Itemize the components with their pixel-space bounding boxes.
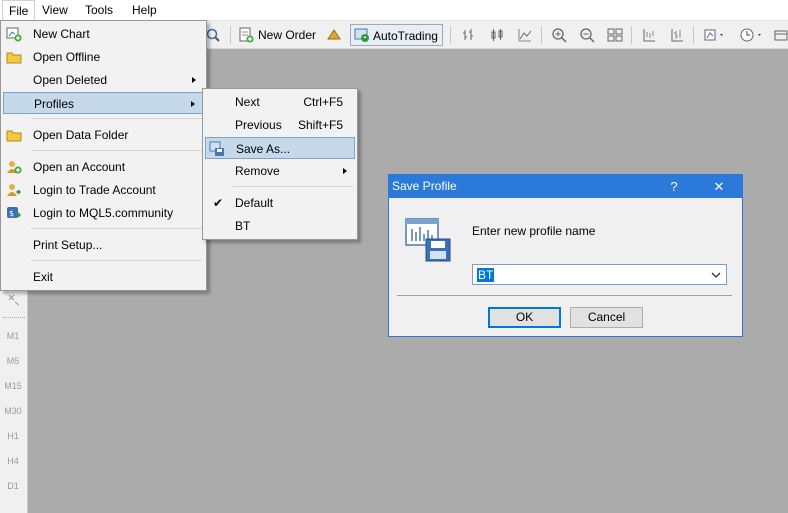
toolbar-separator xyxy=(631,26,632,44)
menu-separator xyxy=(31,150,202,151)
toolbar-separator xyxy=(693,26,694,44)
autotrading-icon xyxy=(354,27,370,50)
file-menu: New Chart Open Offline Open Deleted Prof… xyxy=(0,20,207,291)
chart-shift-icon[interactable] xyxy=(641,27,657,43)
cancel-button[interactable]: Cancel xyxy=(570,307,643,328)
menu-item-open-deleted[interactable]: Open Deleted xyxy=(3,69,204,91)
profile-name-combobox[interactable]: BT xyxy=(472,264,727,285)
dialog-separator xyxy=(397,295,732,296)
zoom-out-icon[interactable] xyxy=(579,27,595,43)
timeframe-h1[interactable]: H1 xyxy=(0,431,26,441)
toolbar-more-icon[interactable] xyxy=(773,27,788,43)
checkmark-icon: ✔ xyxy=(213,196,224,210)
menu-item-new-chart[interactable]: New Chart xyxy=(3,23,204,45)
zoom-icon[interactable] xyxy=(205,27,221,43)
menu-view[interactable]: View xyxy=(36,0,74,21)
menu-separator xyxy=(31,228,202,229)
dialog-title: Save Profile xyxy=(392,179,457,193)
account-icon xyxy=(6,159,22,175)
autoscroll-icon[interactable] xyxy=(669,27,685,43)
zoom-in-icon[interactable] xyxy=(551,27,567,43)
menu-item-exit[interactable]: Exit xyxy=(3,266,204,288)
menu-item-previous[interactable]: Previous Shift+F5 xyxy=(205,114,355,136)
ok-button[interactable]: OK xyxy=(488,307,561,328)
autotrading-button[interactable]: AutoTrading xyxy=(350,24,443,46)
expert-icon[interactable] xyxy=(326,27,342,43)
svg-text:$: $ xyxy=(9,209,14,218)
timeframe-h4[interactable]: H4 xyxy=(0,456,26,466)
chevron-down-icon[interactable] xyxy=(711,269,721,283)
menu-item-save-as[interactable]: Save As... xyxy=(205,137,355,159)
menu-item-next[interactable]: Next Ctrl+F5 xyxy=(205,91,355,113)
timeframe-m15[interactable]: M15 xyxy=(0,381,26,391)
submenu-arrow-icon xyxy=(191,101,195,107)
menu-file[interactable]: File xyxy=(2,0,36,21)
new-order-icon xyxy=(238,27,254,50)
save-profile-dialog: Save Profile ? ✕ Enter new profile name … xyxy=(388,174,743,337)
timeframe-m5[interactable]: M5 xyxy=(0,356,26,366)
menu-separator xyxy=(31,260,202,261)
profile-icon xyxy=(404,217,452,266)
dialog-title-bar[interactable]: Save Profile xyxy=(389,175,742,198)
toolbar-separator xyxy=(230,26,231,44)
login-icon xyxy=(6,182,22,198)
timeframe-d1[interactable]: D1 xyxy=(0,481,26,491)
folder-icon xyxy=(6,49,22,65)
new-order-label: New Order xyxy=(258,28,317,42)
menu-item-login-mql5[interactable]: $ Login to MQL5.community xyxy=(3,202,204,224)
menu-help[interactable]: Help xyxy=(126,0,163,21)
profile-name-value: BT xyxy=(477,268,495,282)
autotrading-label: AutoTrading xyxy=(373,29,438,43)
line-chart-icon[interactable] xyxy=(517,27,533,43)
menu-item-profile-default[interactable]: ✔ Default xyxy=(205,192,355,214)
folder-icon xyxy=(6,127,22,143)
new-chart-icon xyxy=(6,26,22,42)
close-button[interactable]: ✕ xyxy=(704,175,734,198)
indicators-icon[interactable] xyxy=(703,27,727,43)
new-order-button[interactable]: New Order xyxy=(236,24,316,46)
menu-separator xyxy=(31,118,202,119)
tool-icon[interactable] xyxy=(7,293,21,310)
mql5-icon: $ xyxy=(6,205,22,221)
submenu-arrow-icon xyxy=(343,168,347,174)
toolbar-separator xyxy=(450,26,451,44)
timeframe-m1[interactable]: M1 xyxy=(0,331,26,341)
save-profile-icon xyxy=(209,141,225,157)
menu-item-print-setup[interactable]: Print Setup... xyxy=(3,234,204,256)
help-button[interactable]: ? xyxy=(659,175,689,198)
menu-item-remove[interactable]: Remove xyxy=(205,160,355,182)
menu-separator xyxy=(233,186,353,187)
toolbar-separator xyxy=(541,26,542,44)
tile-windows-icon[interactable] xyxy=(607,27,623,43)
dialog-prompt: Enter new profile name xyxy=(472,224,596,238)
menu-item-open-account[interactable]: Open an Account xyxy=(3,156,204,178)
menu-item-profiles[interactable]: Profiles xyxy=(3,92,204,114)
menu-item-open-data-folder[interactable]: Open Data Folder xyxy=(3,124,204,146)
candlestick-icon[interactable] xyxy=(489,27,505,43)
periods-icon[interactable] xyxy=(739,27,765,43)
panel-divider xyxy=(3,317,25,318)
menu-item-profile-bt[interactable]: BT xyxy=(205,215,355,237)
menu-item-open-offline[interactable]: Open Offline xyxy=(3,46,204,68)
profiles-submenu: Next Ctrl+F5 Previous Shift+F5 Save As..… xyxy=(202,88,358,240)
menu-bar: File View Tools Help xyxy=(0,0,788,21)
menu-item-login-trade-account[interactable]: Login to Trade Account xyxy=(3,179,204,201)
menu-tools[interactable]: Tools xyxy=(79,0,119,21)
submenu-arrow-icon xyxy=(192,77,196,83)
bar-chart-icon[interactable] xyxy=(461,27,477,43)
timeframe-m30[interactable]: M30 xyxy=(0,406,26,416)
